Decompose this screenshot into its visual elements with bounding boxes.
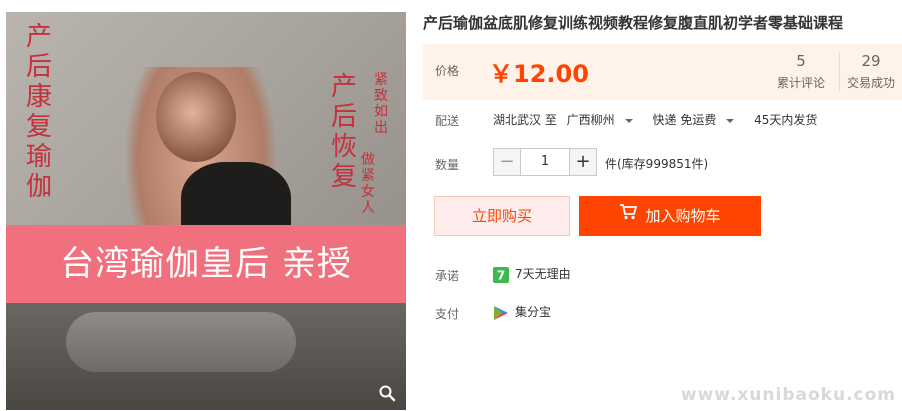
deals-count: 29 [861, 52, 881, 70]
payment-label: 支付 [435, 307, 460, 321]
shipping-to-select[interactable]: 广西柳州 [567, 113, 643, 127]
reviews-stat[interactable]: 5 累计评论 [771, 52, 831, 91]
promise-label: 承诺 [435, 269, 460, 283]
add-to-cart-label: 加入购物车 [645, 207, 721, 225]
product-title: 产后瑜伽盆底肌修复训练视频教程修复腹直肌初学者零基础课程 [423, 14, 844, 32]
reviews-label: 累计评论 [776, 76, 825, 90]
model-head [156, 72, 236, 162]
seven-day-return-icon: 7 [493, 266, 509, 283]
delivery-time: 45天内发货 [754, 113, 818, 127]
promise-row[interactable]: 7 7天无理由 [493, 265, 571, 283]
decrease-button[interactable]: − [493, 148, 521, 176]
image-text-firm: 紧致如出 [374, 72, 390, 136]
image-banner: 台湾瑜伽皇后 亲授 [6, 225, 406, 303]
price-value: ￥12.00 [489, 60, 589, 88]
model-leg [66, 312, 296, 372]
product-image[interactable]: 产后 康复瑜伽 产后恢复 紧致如出 做紧女人 台湾瑜伽皇后 亲授 [6, 12, 406, 410]
reviews-count: 5 [796, 52, 806, 70]
shipping-from: 湖北武汉 至 [493, 113, 557, 127]
price-label: 价格 [435, 64, 460, 78]
quantity-input[interactable]: 1 [521, 148, 569, 176]
jifenbao-icon [493, 305, 509, 321]
quantity-stepper: − 1 + [493, 148, 597, 176]
add-to-cart-button[interactable]: 加入购物车 [579, 196, 761, 236]
payment-text: 集分宝 [515, 305, 552, 319]
stock-info: 件(库存999851件) [605, 157, 709, 171]
quantity-label: 数量 [435, 158, 460, 172]
shipping-row: 湖北武汉 至 广西柳州 快递 免运费 45天内发货 [493, 111, 823, 128]
shipping-to: 广西柳州 [566, 113, 615, 127]
chevron-down-icon [726, 118, 735, 123]
image-text-recovery-yoga: 康复瑜伽 [26, 82, 55, 202]
shipping-method-select[interactable]: 快递 免运费 [653, 113, 745, 127]
buy-now-button[interactable]: 立即购买 [434, 196, 570, 236]
magnifier-icon[interactable] [378, 384, 396, 402]
payment-row[interactable]: 集分宝 [493, 303, 551, 321]
promise-text: 7天无理由 [515, 267, 571, 281]
chevron-down-icon [624, 118, 633, 123]
deals-label: 交易成功 [846, 76, 895, 90]
deals-stat: 29 交易成功 [839, 52, 902, 91]
shipping-method: 快递 免运费 [652, 113, 717, 127]
shipping-label: 配送 [435, 114, 460, 128]
image-text-postpartum: 产后 [26, 22, 55, 82]
image-text-postpartum-recovery: 产后恢复 [331, 72, 360, 192]
cart-icon [619, 195, 638, 235]
price-panel: 价格 ￥12.00 5 累计评论 29 交易成功 [423, 44, 902, 100]
increase-button[interactable]: + [569, 148, 597, 176]
image-text-woman: 做紧女人 [361, 152, 377, 216]
watermark: www.xunibaoku.com [680, 385, 896, 405]
seven-day-badge-text: 7 [497, 268, 505, 282]
